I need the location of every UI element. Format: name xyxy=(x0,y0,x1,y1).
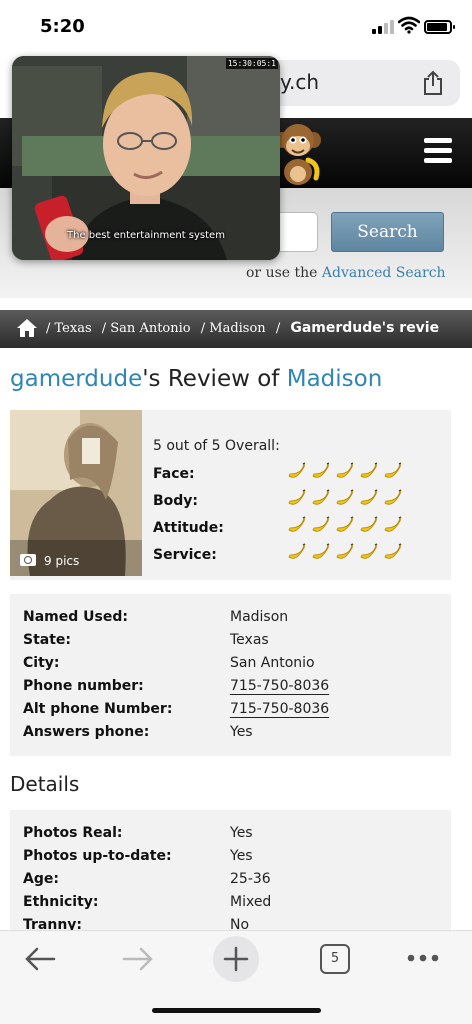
banana-icon xyxy=(336,516,354,532)
home-indicator xyxy=(152,1008,321,1013)
row-label: Answers phone: xyxy=(23,724,150,740)
banana-icon xyxy=(384,462,402,478)
row-value: No xyxy=(230,917,250,930)
breadcrumb-separator: / xyxy=(275,321,281,336)
info-card: Named Used: Madison State: Texas City: San An… xyxy=(10,594,451,756)
tabs-button[interactable]: 5 xyxy=(320,944,350,974)
breadcrumb-items: / Texas / San Antonio / Madison / Gamerd… xyxy=(46,320,445,336)
breadcrumb-item-san-antonio[interactable]: / San Antonio xyxy=(102,321,191,336)
row-value: Texas xyxy=(230,632,269,648)
banana-icon xyxy=(336,543,354,559)
pics-label: 9 pics xyxy=(44,554,80,568)
row-value: 25-36 xyxy=(230,871,271,887)
video-timestamp: 15:30:05:1 xyxy=(225,58,278,69)
picture-in-picture-video[interactable]: 15:30:05:1 The best entertainment system xyxy=(12,56,280,260)
advanced-search-line: or use the Advanced Search xyxy=(246,265,446,281)
overall-rating: 5 out of 5 Overall: xyxy=(153,438,280,454)
banana-icon xyxy=(360,543,378,559)
search-button[interactable]: Search xyxy=(331,212,444,252)
forward-arrow-icon[interactable] xyxy=(122,945,154,973)
row-value: Yes xyxy=(230,825,253,841)
banana-icon xyxy=(336,462,354,478)
banana-icon xyxy=(288,462,306,478)
new-tab-button[interactable] xyxy=(213,936,259,982)
breadcrumb: / Texas / San Antonio / Madison / Gamerd… xyxy=(0,310,472,348)
hamburger-menu-icon[interactable] xyxy=(424,138,452,164)
banana-icon xyxy=(312,516,330,532)
row-label: State: xyxy=(23,632,72,648)
banana-icon xyxy=(384,543,402,559)
monkey-logo[interactable] xyxy=(274,120,322,186)
video-caption: The best entertainment system xyxy=(67,230,225,241)
rating-bananas xyxy=(286,462,406,482)
banana-icon xyxy=(288,489,306,505)
details-heading: Details xyxy=(10,772,80,796)
row-value: Madison xyxy=(230,609,289,625)
pics-count[interactable]: 9 pics xyxy=(20,554,79,568)
row-label: Phone number: xyxy=(23,678,144,694)
banana-icon xyxy=(360,462,378,478)
row-label: Photos up-to-date: xyxy=(23,848,172,864)
camera-icon xyxy=(20,554,36,566)
row-label: Alt phone Number: xyxy=(23,701,173,717)
home-icon[interactable] xyxy=(16,318,38,338)
banana-icon xyxy=(360,489,378,505)
banana-icon xyxy=(384,516,402,532)
rating-bananas xyxy=(286,516,406,536)
banana-icon xyxy=(312,543,330,559)
back-arrow-icon[interactable] xyxy=(24,945,56,973)
rating-label: Attitude: xyxy=(153,520,224,536)
row-label: Photos Real: xyxy=(23,825,123,841)
status-time: 5:20 xyxy=(40,16,85,37)
title-middle: 's Review of xyxy=(142,366,280,392)
wifi-icon xyxy=(398,16,420,34)
more-options-icon[interactable] xyxy=(406,953,440,963)
advanced-search-link[interactable]: Advanced Search xyxy=(322,265,446,281)
row-label: Tranny: xyxy=(23,917,83,930)
banana-icon xyxy=(312,489,330,505)
cellular-signal-icon xyxy=(372,20,394,34)
reviewer-link[interactable]: gamerdude xyxy=(10,366,142,392)
rating-label: Face: xyxy=(153,466,195,482)
battery-icon xyxy=(424,20,455,34)
row-label: Ethnicity: xyxy=(23,894,99,910)
breadcrumb-item-texas[interactable]: / Texas xyxy=(46,321,92,336)
rating-label: Service: xyxy=(153,547,217,563)
banana-icon xyxy=(360,516,378,532)
rating-label: Body: xyxy=(153,493,199,509)
banana-icon xyxy=(288,516,306,532)
banana-icon xyxy=(288,543,306,559)
row-value: Yes xyxy=(230,848,253,864)
status-bar: 5:20 xyxy=(0,0,472,56)
advanced-search-prefix: or use the xyxy=(246,265,318,281)
review-card: 9 pics 5 out of 5 Overall: Face: Body: Att… xyxy=(10,410,451,580)
plus-icon xyxy=(223,946,249,972)
breadcrumb-current: Gamerdude's revie xyxy=(290,320,440,336)
banana-icon xyxy=(312,462,330,478)
row-value: San Antonio xyxy=(230,655,315,671)
row-label: City: xyxy=(23,655,60,671)
url-text[interactable]: y.ch xyxy=(280,70,319,94)
profile-photo[interactable]: 9 pics xyxy=(10,410,142,576)
photo-image xyxy=(10,410,142,576)
rating-bananas xyxy=(286,489,406,509)
share-icon[interactable] xyxy=(422,70,444,96)
rating-bananas xyxy=(286,543,406,563)
phone-link[interactable]: 715-750-8036 xyxy=(230,701,329,717)
banana-icon xyxy=(384,489,402,505)
page-title: gamerdude's Review of Madison xyxy=(10,366,382,392)
details-card: Photos Real: Yes Photos up-to-date: Yes Age:… xyxy=(10,810,451,930)
row-value: Mixed xyxy=(230,894,272,910)
phone-link[interactable]: 715-750-8036 xyxy=(230,678,329,694)
row-value: Yes xyxy=(230,724,253,740)
row-label: Age: xyxy=(23,871,59,887)
subject-link[interactable]: Madison xyxy=(287,366,383,392)
banana-icon xyxy=(336,489,354,505)
row-label: Named Used: xyxy=(23,609,128,625)
breadcrumb-item-madison[interactable]: / Madison xyxy=(201,321,266,336)
